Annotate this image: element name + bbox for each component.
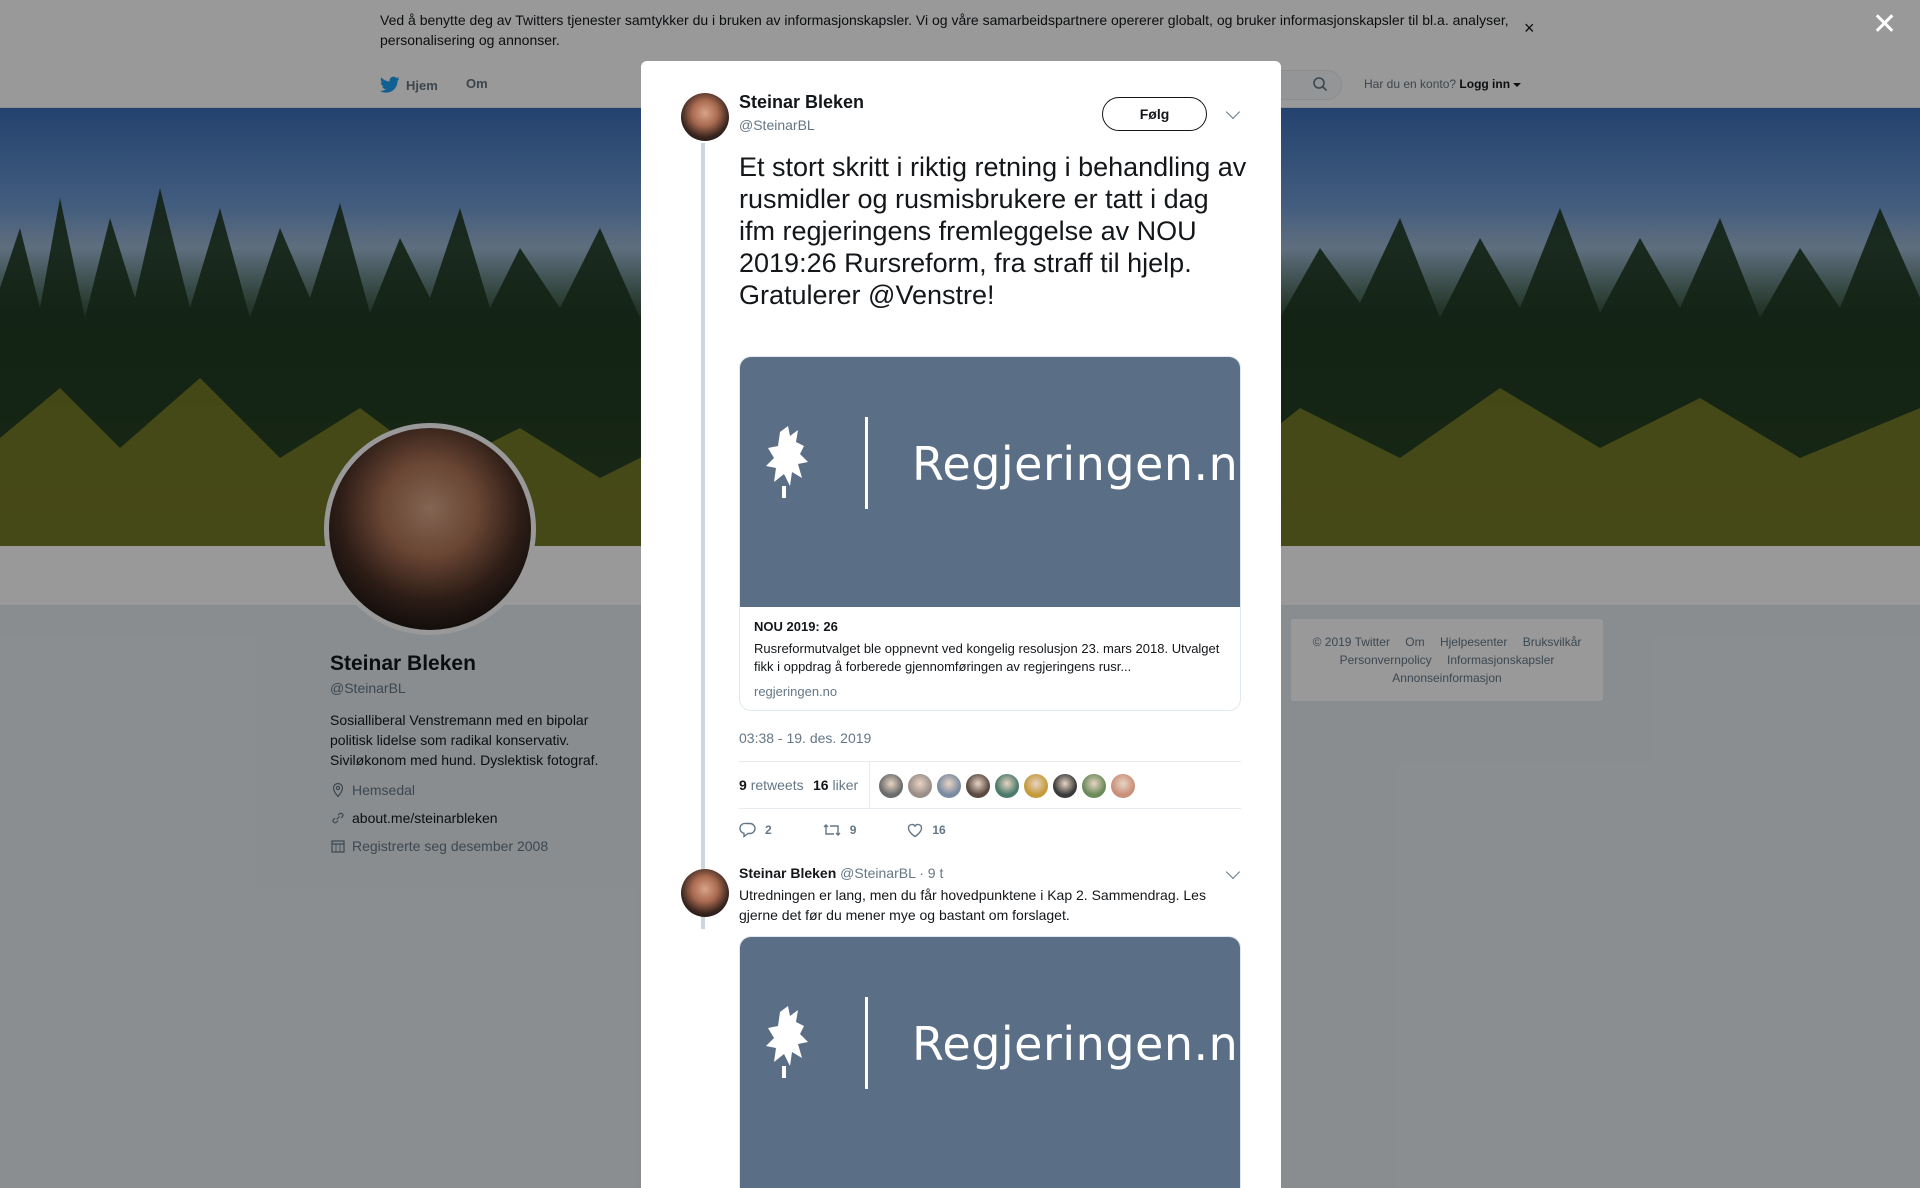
reply-author-avatar[interactable] xyxy=(681,869,729,917)
reply-card-logo-text: Regjeringen.no xyxy=(912,1017,1241,1071)
link-card[interactable]: Regjeringen.no NOU 2019: 26 Rusreformutv… xyxy=(739,356,1241,711)
liker-avatar[interactable] xyxy=(937,774,961,798)
retweet-stat[interactable]: 9 retweets xyxy=(739,777,804,793)
tweet-text: Et stort skritt i riktig retning i behan… xyxy=(739,151,1249,311)
reply-card-divider xyxy=(865,997,868,1089)
card-logo-text: Regjeringen.no xyxy=(912,437,1241,491)
reply-count: 2 xyxy=(765,823,772,837)
close-icon[interactable]: ✕ xyxy=(1872,10,1897,40)
tweet-timestamp[interactable]: 03:38 - 19. des. 2019 xyxy=(739,730,871,746)
retweet-icon xyxy=(823,824,841,836)
card-title: NOU 2019: 26 xyxy=(754,619,838,634)
stats-divider xyxy=(869,762,870,808)
liker-avatar[interactable] xyxy=(966,774,990,798)
tweet-actions: 2 9 16 xyxy=(739,821,976,839)
tweet-modal: Steinar Bleken @SteinarBL Følg Et stort … xyxy=(641,61,1281,1188)
tweet-text-main: Et stort skritt i riktig retning i behan… xyxy=(739,152,1247,278)
heart-icon xyxy=(908,823,923,838)
reply-text: Utredningen er lang, men du får hovedpun… xyxy=(739,887,1206,923)
tweet-author-name[interactable]: Steinar Bleken xyxy=(739,92,864,113)
chevron-down-icon[interactable] xyxy=(1225,864,1241,880)
reply-author-handle[interactable]: @SteinarBL xyxy=(840,865,915,881)
like-stat[interactable]: 16 liker xyxy=(813,777,858,793)
tweet-stats: 9 retweets 16 liker xyxy=(739,761,1241,809)
card-description: Rusreformutvalget ble oppnevnt ved konge… xyxy=(754,641,1220,674)
liker-avatar[interactable] xyxy=(1082,774,1106,798)
thread-connector xyxy=(701,143,705,929)
like-label: liker xyxy=(832,777,859,793)
like-action-count: 16 xyxy=(932,823,946,837)
reply-card-image: Regjeringen.no xyxy=(740,937,1241,1188)
tweet-text-mention: Gratulerer @Venstre! xyxy=(739,280,995,310)
reply-link-card[interactable]: Regjeringen.no xyxy=(739,936,1241,1188)
like-action[interactable]: 16 xyxy=(906,821,946,839)
reply-time[interactable]: · 9 t xyxy=(919,865,943,881)
retweet-count: 9 xyxy=(739,777,747,793)
liker-avatar[interactable] xyxy=(995,774,1019,798)
reply-author-name[interactable]: Steinar Bleken xyxy=(739,865,836,881)
like-count: 16 xyxy=(813,777,829,793)
lion-crest-icon xyxy=(766,1006,808,1078)
liker-avatar[interactable] xyxy=(1111,774,1135,798)
liker-avatar[interactable] xyxy=(908,774,932,798)
reply-icon xyxy=(739,822,756,838)
liker-avatar[interactable] xyxy=(1053,774,1077,798)
card-logo-divider xyxy=(865,417,868,509)
reply-header: Steinar Bleken @SteinarBL · 9 t xyxy=(739,865,943,881)
follow-button[interactable]: Følg xyxy=(1102,97,1207,131)
tweet-author-avatar[interactable] xyxy=(681,93,729,141)
retweet-action[interactable]: 9 xyxy=(822,821,857,839)
chevron-down-icon[interactable] xyxy=(1225,104,1241,120)
retweet-action-count: 9 xyxy=(849,823,857,837)
reply-action[interactable]: 2 xyxy=(739,821,772,839)
card-image: Regjeringen.no xyxy=(740,357,1241,607)
liker-avatar[interactable] xyxy=(879,774,903,798)
retweet-label: retweets xyxy=(750,777,804,793)
lion-crest-icon xyxy=(766,426,808,498)
tweet-author-handle[interactable]: @SteinarBL xyxy=(739,117,815,133)
liker-avatar[interactable] xyxy=(1024,774,1048,798)
card-domain: regjeringen.no xyxy=(754,684,838,699)
